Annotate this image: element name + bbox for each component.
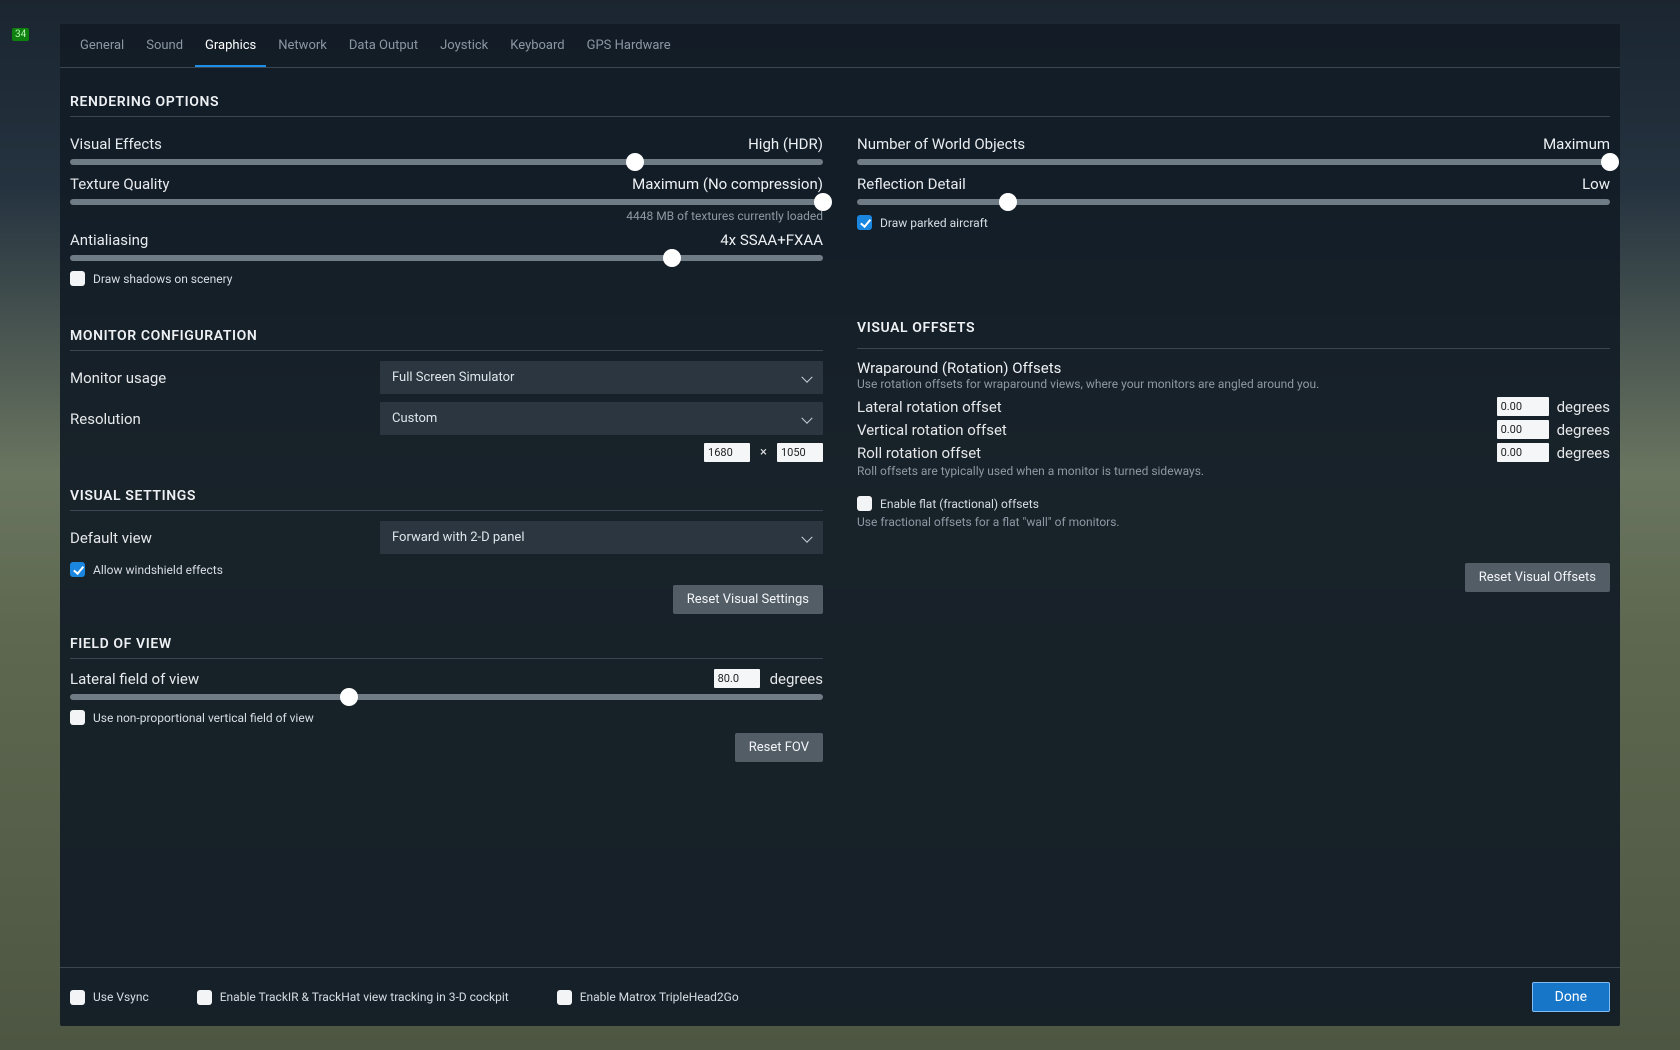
antialiasing-slider[interactable] xyxy=(70,255,823,261)
settings-panel: General Sound Graphics Network Data Outp… xyxy=(60,24,1620,1026)
lateral-offset-unit: degrees xyxy=(1557,398,1610,416)
resolution-height-input[interactable] xyxy=(777,443,823,462)
fps-badge: 34 xyxy=(12,28,29,41)
parked-aircraft-checkbox[interactable] xyxy=(857,215,872,230)
world-objects-value: Maximum xyxy=(1543,135,1610,153)
lateral-offset-input[interactable] xyxy=(1497,397,1549,416)
world-objects-thumb[interactable] xyxy=(1601,153,1619,171)
tab-gps-hardware[interactable]: GPS Hardware xyxy=(577,24,681,67)
tab-general[interactable]: General xyxy=(70,24,134,67)
resolution-separator: × xyxy=(760,445,767,460)
monitor-usage-label: Monitor usage xyxy=(70,369,370,387)
texture-quality-slider[interactable] xyxy=(70,199,823,205)
section-monitor: MONITOR CONFIGURATION xyxy=(70,320,823,351)
chevron-down-icon xyxy=(801,371,812,382)
reflection-thumb[interactable] xyxy=(999,193,1017,211)
reset-visual-offsets-button[interactable]: Reset Visual Offsets xyxy=(1465,563,1610,592)
texture-quality-thumb[interactable] xyxy=(814,193,832,211)
draw-shadows-label: Draw shadows on scenery xyxy=(93,272,232,286)
reset-fov-button[interactable]: Reset FOV xyxy=(735,733,823,762)
chevron-down-icon xyxy=(801,531,812,542)
texture-memory-note: 4448 MB of textures currently loaded xyxy=(70,209,823,223)
roll-offset-label: Roll rotation offset xyxy=(857,444,981,462)
tab-data-output[interactable]: Data Output xyxy=(339,24,428,67)
reflection-value: Low xyxy=(1582,175,1610,193)
tab-graphics[interactable]: Graphics xyxy=(195,24,266,67)
section-visual-settings: VISUAL SETTINGS xyxy=(70,480,823,511)
lateral-fov-label: Lateral field of view xyxy=(70,670,199,688)
fov-unit: degrees xyxy=(770,670,823,688)
visual-effects-slider[interactable] xyxy=(70,159,823,165)
roll-offset-hint: Roll offsets are typically used when a m… xyxy=(857,464,1610,478)
matrox-label: Enable Matrox TripleHead2Go xyxy=(580,990,739,1004)
visual-effects-value: High (HDR) xyxy=(748,135,823,153)
resolution-width-input[interactable] xyxy=(704,443,750,462)
reflection-label: Reflection Detail xyxy=(857,175,966,193)
lateral-offset-label: Lateral rotation offset xyxy=(857,398,1002,416)
texture-quality-label: Texture Quality xyxy=(70,175,169,193)
tabs-bar: General Sound Graphics Network Data Outp… xyxy=(60,24,1620,68)
flat-offsets-checkbox[interactable] xyxy=(857,496,872,511)
section-fov: FIELD OF VIEW xyxy=(70,628,823,659)
monitor-usage-select[interactable]: Full Screen Simulator xyxy=(380,361,823,394)
reset-visual-settings-button[interactable]: Reset Visual Settings xyxy=(673,585,823,614)
tab-network[interactable]: Network xyxy=(268,24,337,67)
default-view-value: Forward with 2-D panel xyxy=(392,530,525,545)
section-rendering: RENDERING OPTIONS xyxy=(70,86,1610,117)
wraparound-hint: Use rotation offsets for wraparound view… xyxy=(857,377,1610,391)
texture-quality-value: Maximum (No compression) xyxy=(632,175,823,193)
parked-aircraft-label: Draw parked aircraft xyxy=(880,216,988,230)
windshield-effects-checkbox[interactable] xyxy=(70,562,85,577)
tab-sound[interactable]: Sound xyxy=(136,24,193,67)
resolution-label: Resolution xyxy=(70,410,370,428)
lateral-fov-input[interactable] xyxy=(714,669,760,688)
roll-offset-unit: degrees xyxy=(1557,444,1610,462)
antialiasing-label: Antialiasing xyxy=(70,231,148,249)
vertical-offset-label: Vertical rotation offset xyxy=(857,421,1007,439)
resolution-select[interactable]: Custom xyxy=(380,402,823,435)
flat-offsets-label: Enable flat (fractional) offsets xyxy=(880,497,1039,511)
world-objects-slider[interactable] xyxy=(857,159,1610,165)
reflection-slider[interactable] xyxy=(857,199,1610,205)
antialiasing-value: 4x SSAA+FXAA xyxy=(720,231,823,249)
monitor-usage-value: Full Screen Simulator xyxy=(392,370,514,385)
tab-joystick[interactable]: Joystick xyxy=(430,24,498,67)
vertical-offset-unit: degrees xyxy=(1557,421,1610,439)
vertical-offset-input[interactable] xyxy=(1497,420,1549,439)
nonprop-fov-label: Use non-proportional vertical field of v… xyxy=(93,711,314,725)
world-objects-label: Number of World Objects xyxy=(857,135,1025,153)
lateral-fov-thumb[interactable] xyxy=(340,688,358,706)
antialiasing-thumb[interactable] xyxy=(663,249,681,267)
trackir-label: Enable TrackIR & TrackHat view tracking … xyxy=(220,990,509,1004)
draw-shadows-checkbox[interactable] xyxy=(70,271,85,286)
tab-keyboard[interactable]: Keyboard xyxy=(500,24,574,67)
windshield-effects-label: Allow windshield effects xyxy=(93,563,223,577)
default-view-select[interactable]: Forward with 2-D panel xyxy=(380,521,823,554)
footer-bar: Use Vsync Enable TrackIR & TrackHat view… xyxy=(60,967,1620,1026)
resolution-value: Custom xyxy=(392,411,437,426)
vsync-label: Use Vsync xyxy=(93,990,149,1004)
roll-offset-input[interactable] xyxy=(1497,443,1549,462)
lateral-fov-slider[interactable] xyxy=(70,694,823,700)
vsync-checkbox[interactable] xyxy=(70,990,85,1005)
section-visual-offsets: VISUAL OFFSETS xyxy=(857,320,1610,342)
default-view-label: Default view xyxy=(70,529,370,547)
visual-effects-label: Visual Effects xyxy=(70,135,162,153)
flat-offsets-hint: Use fractional offsets for a flat "wall"… xyxy=(857,515,1610,529)
visual-effects-thumb[interactable] xyxy=(626,153,644,171)
done-button[interactable]: Done xyxy=(1532,982,1610,1012)
matrox-checkbox[interactable] xyxy=(557,990,572,1005)
chevron-down-icon xyxy=(801,412,812,423)
nonprop-fov-checkbox[interactable] xyxy=(70,710,85,725)
trackir-checkbox[interactable] xyxy=(197,990,212,1005)
wraparound-subhead: Wraparound (Rotation) Offsets xyxy=(857,359,1610,377)
